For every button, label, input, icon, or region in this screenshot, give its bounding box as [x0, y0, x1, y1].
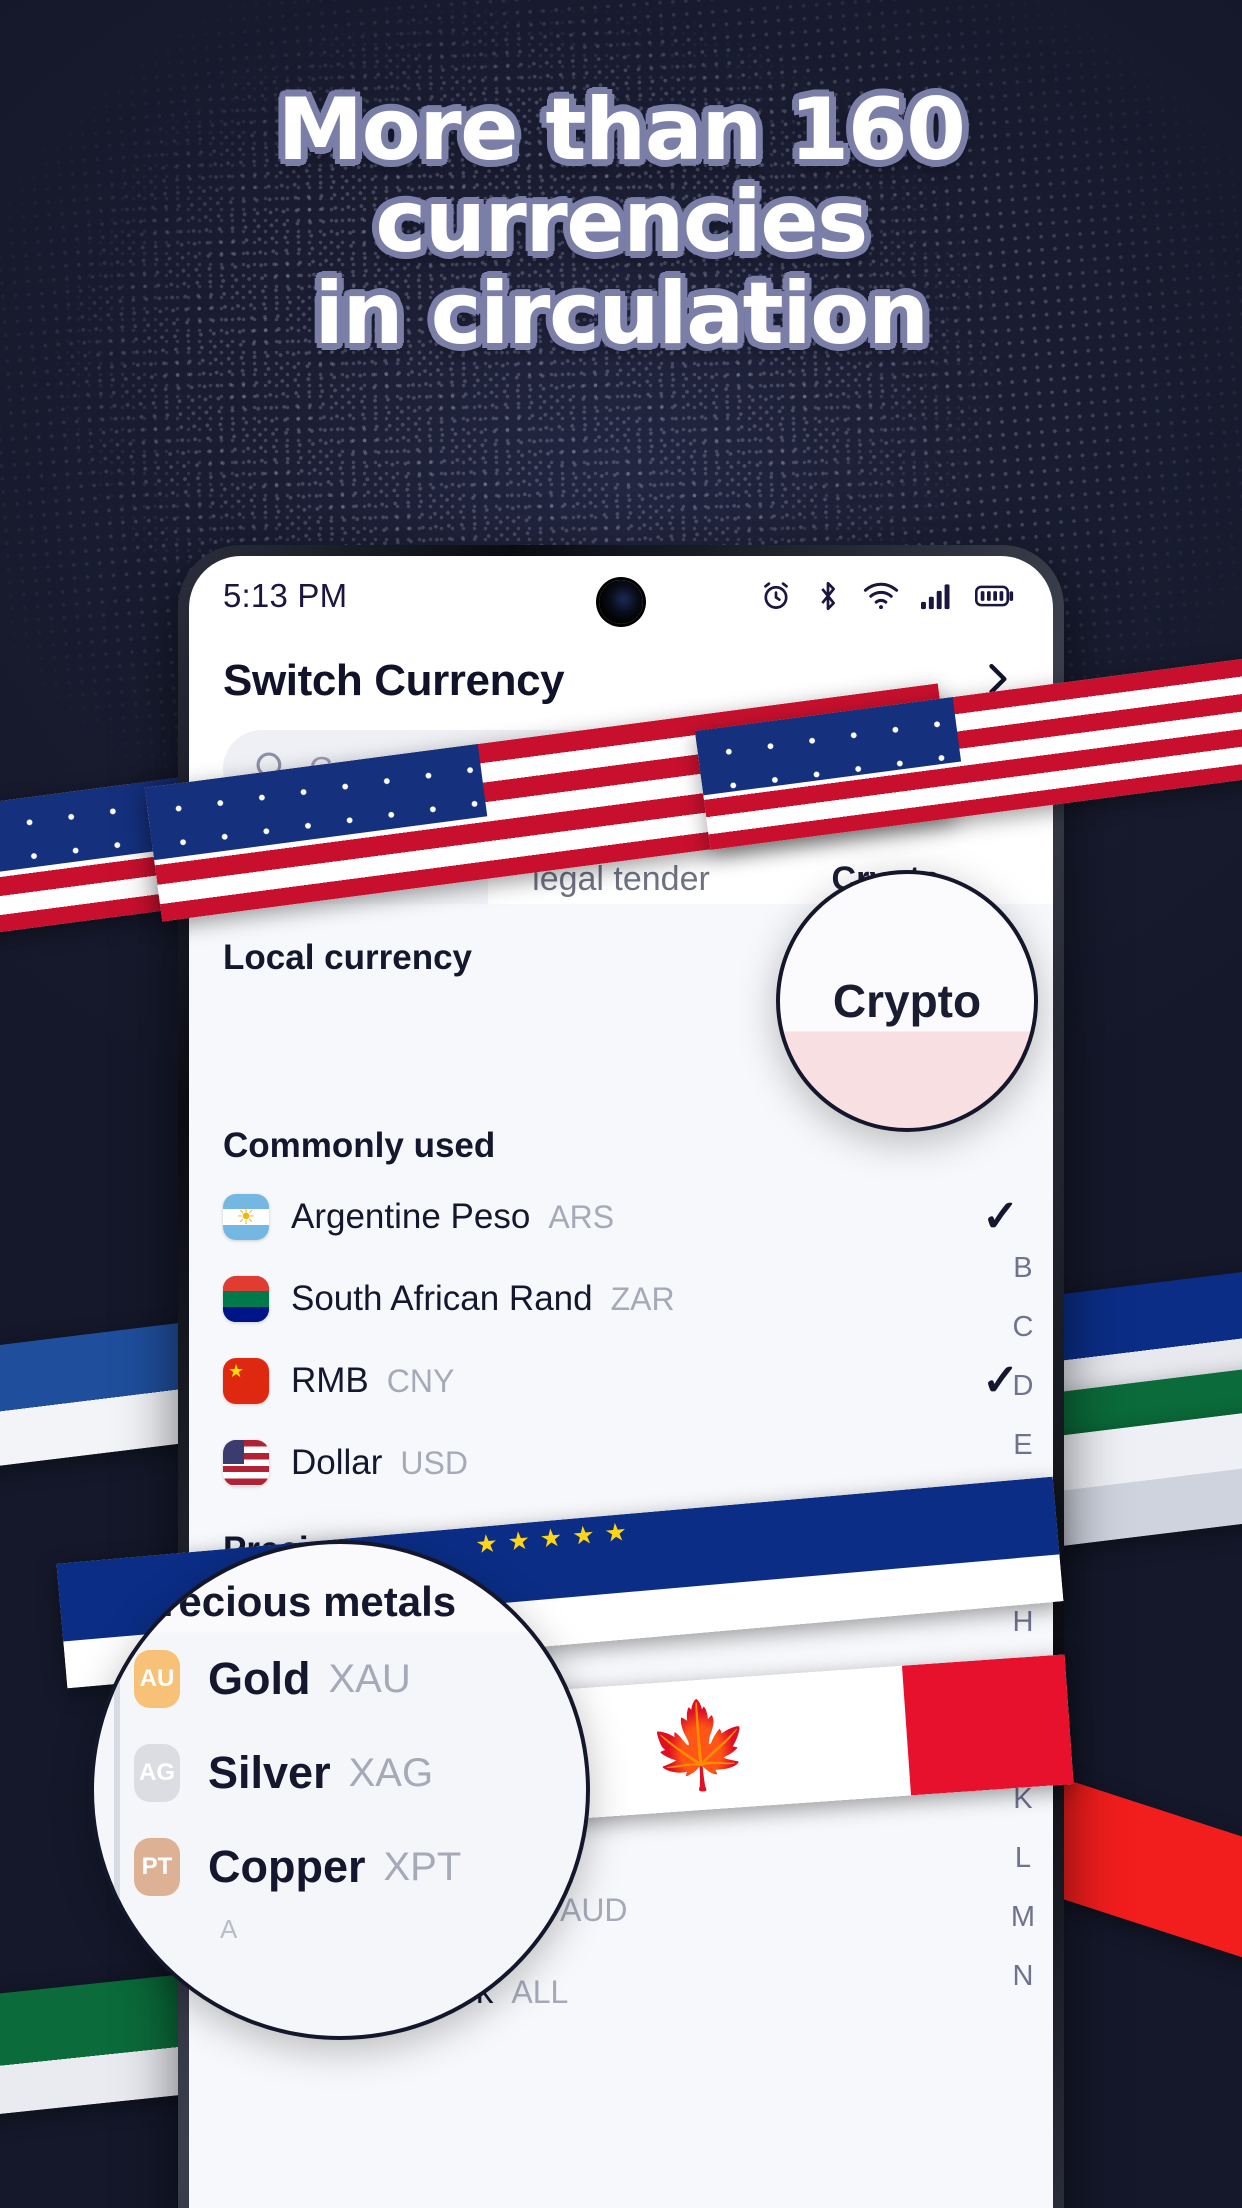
alarm-icon: [759, 579, 793, 613]
currency-name: Dollar: [291, 1443, 383, 1482]
metal-badge-pt: PT: [134, 1838, 180, 1896]
callout-metals-tail-letter: A: [220, 1914, 238, 1944]
status-icon-group: [759, 579, 1015, 613]
wifi-icon: [863, 581, 899, 611]
alpha-index-m[interactable]: M: [1011, 1903, 1035, 1932]
alphabet-index[interactable]: B C D E F G H I J K L M N: [1011, 1254, 1035, 1991]
currency-name: Silver: [208, 1747, 331, 1798]
check-icon: ✓: [982, 1192, 1019, 1241]
currency-name: RMB: [291, 1361, 369, 1400]
metal-badge-au: AU: [134, 1650, 180, 1708]
callout-crypto-label: Crypto: [832, 975, 982, 1027]
currency-code: USD: [400, 1444, 468, 1481]
signal-icon: [921, 581, 953, 611]
currency-code: ZAR: [610, 1280, 675, 1317]
callout-list-item: AU Gold XAU: [134, 1632, 586, 1726]
callout-list-item: PT Copper XPT: [134, 1820, 586, 1914]
currency-code: XAG: [348, 1750, 434, 1795]
currency-name: South African Rand: [291, 1279, 593, 1318]
alpha-index-e[interactable]: E: [1013, 1431, 1032, 1460]
flag-china-icon: [223, 1358, 269, 1404]
flag-usa-icon: [223, 1440, 269, 1486]
currency-name: Argentine Peso: [291, 1197, 531, 1236]
currency-code: AUD: [559, 1891, 628, 1928]
camera-punchhole: [599, 580, 643, 624]
currency-code: CNY: [386, 1362, 455, 1399]
alpha-index-l[interactable]: L: [1015, 1844, 1031, 1873]
alpha-index-k[interactable]: K: [1013, 1785, 1032, 1814]
list-item[interactable]: RMB CNY ✓: [189, 1340, 1053, 1422]
currency-code: ARS: [548, 1198, 615, 1235]
alpha-index-d[interactable]: D: [1012, 1372, 1033, 1401]
currency-code: XPT: [383, 1844, 462, 1889]
flag-south-africa-icon: [223, 1276, 269, 1322]
callout-precious-metals-magnifier: Precious metals AU Gold XAU AG Silver XA…: [90, 1540, 590, 2040]
currency-code: ALL: [511, 1973, 569, 2010]
alpha-index-n[interactable]: N: [1012, 1962, 1033, 1991]
alpha-index-b[interactable]: B: [1013, 1254, 1032, 1283]
status-clock: 5:13 PM: [223, 577, 348, 614]
battery-icon: [975, 583, 1015, 609]
metal-badge-ag: AG: [134, 1744, 180, 1802]
page-title: Switch Currency: [223, 656, 565, 705]
flag-argentina-icon: [223, 1194, 269, 1240]
status-bar: 5:13 PM: [189, 556, 1053, 630]
scrollbar-track[interactable]: [114, 1604, 120, 2024]
currency-name: Copper: [208, 1841, 366, 1892]
currency-name: Gold: [208, 1653, 311, 1704]
currency-code: XAU: [328, 1656, 411, 1701]
list-item[interactable]: Argentine Peso ARS ✓: [189, 1176, 1053, 1258]
alpha-index-c[interactable]: C: [1012, 1313, 1033, 1342]
bluetooth-icon: [815, 579, 841, 613]
list-item[interactable]: South African Rand ZAR: [189, 1258, 1053, 1340]
callout-list-item: AG Silver XAG: [134, 1726, 586, 1820]
callout-crypto-magnifier: Crypto: [776, 870, 1038, 1132]
alpha-index-h[interactable]: H: [1012, 1608, 1033, 1637]
